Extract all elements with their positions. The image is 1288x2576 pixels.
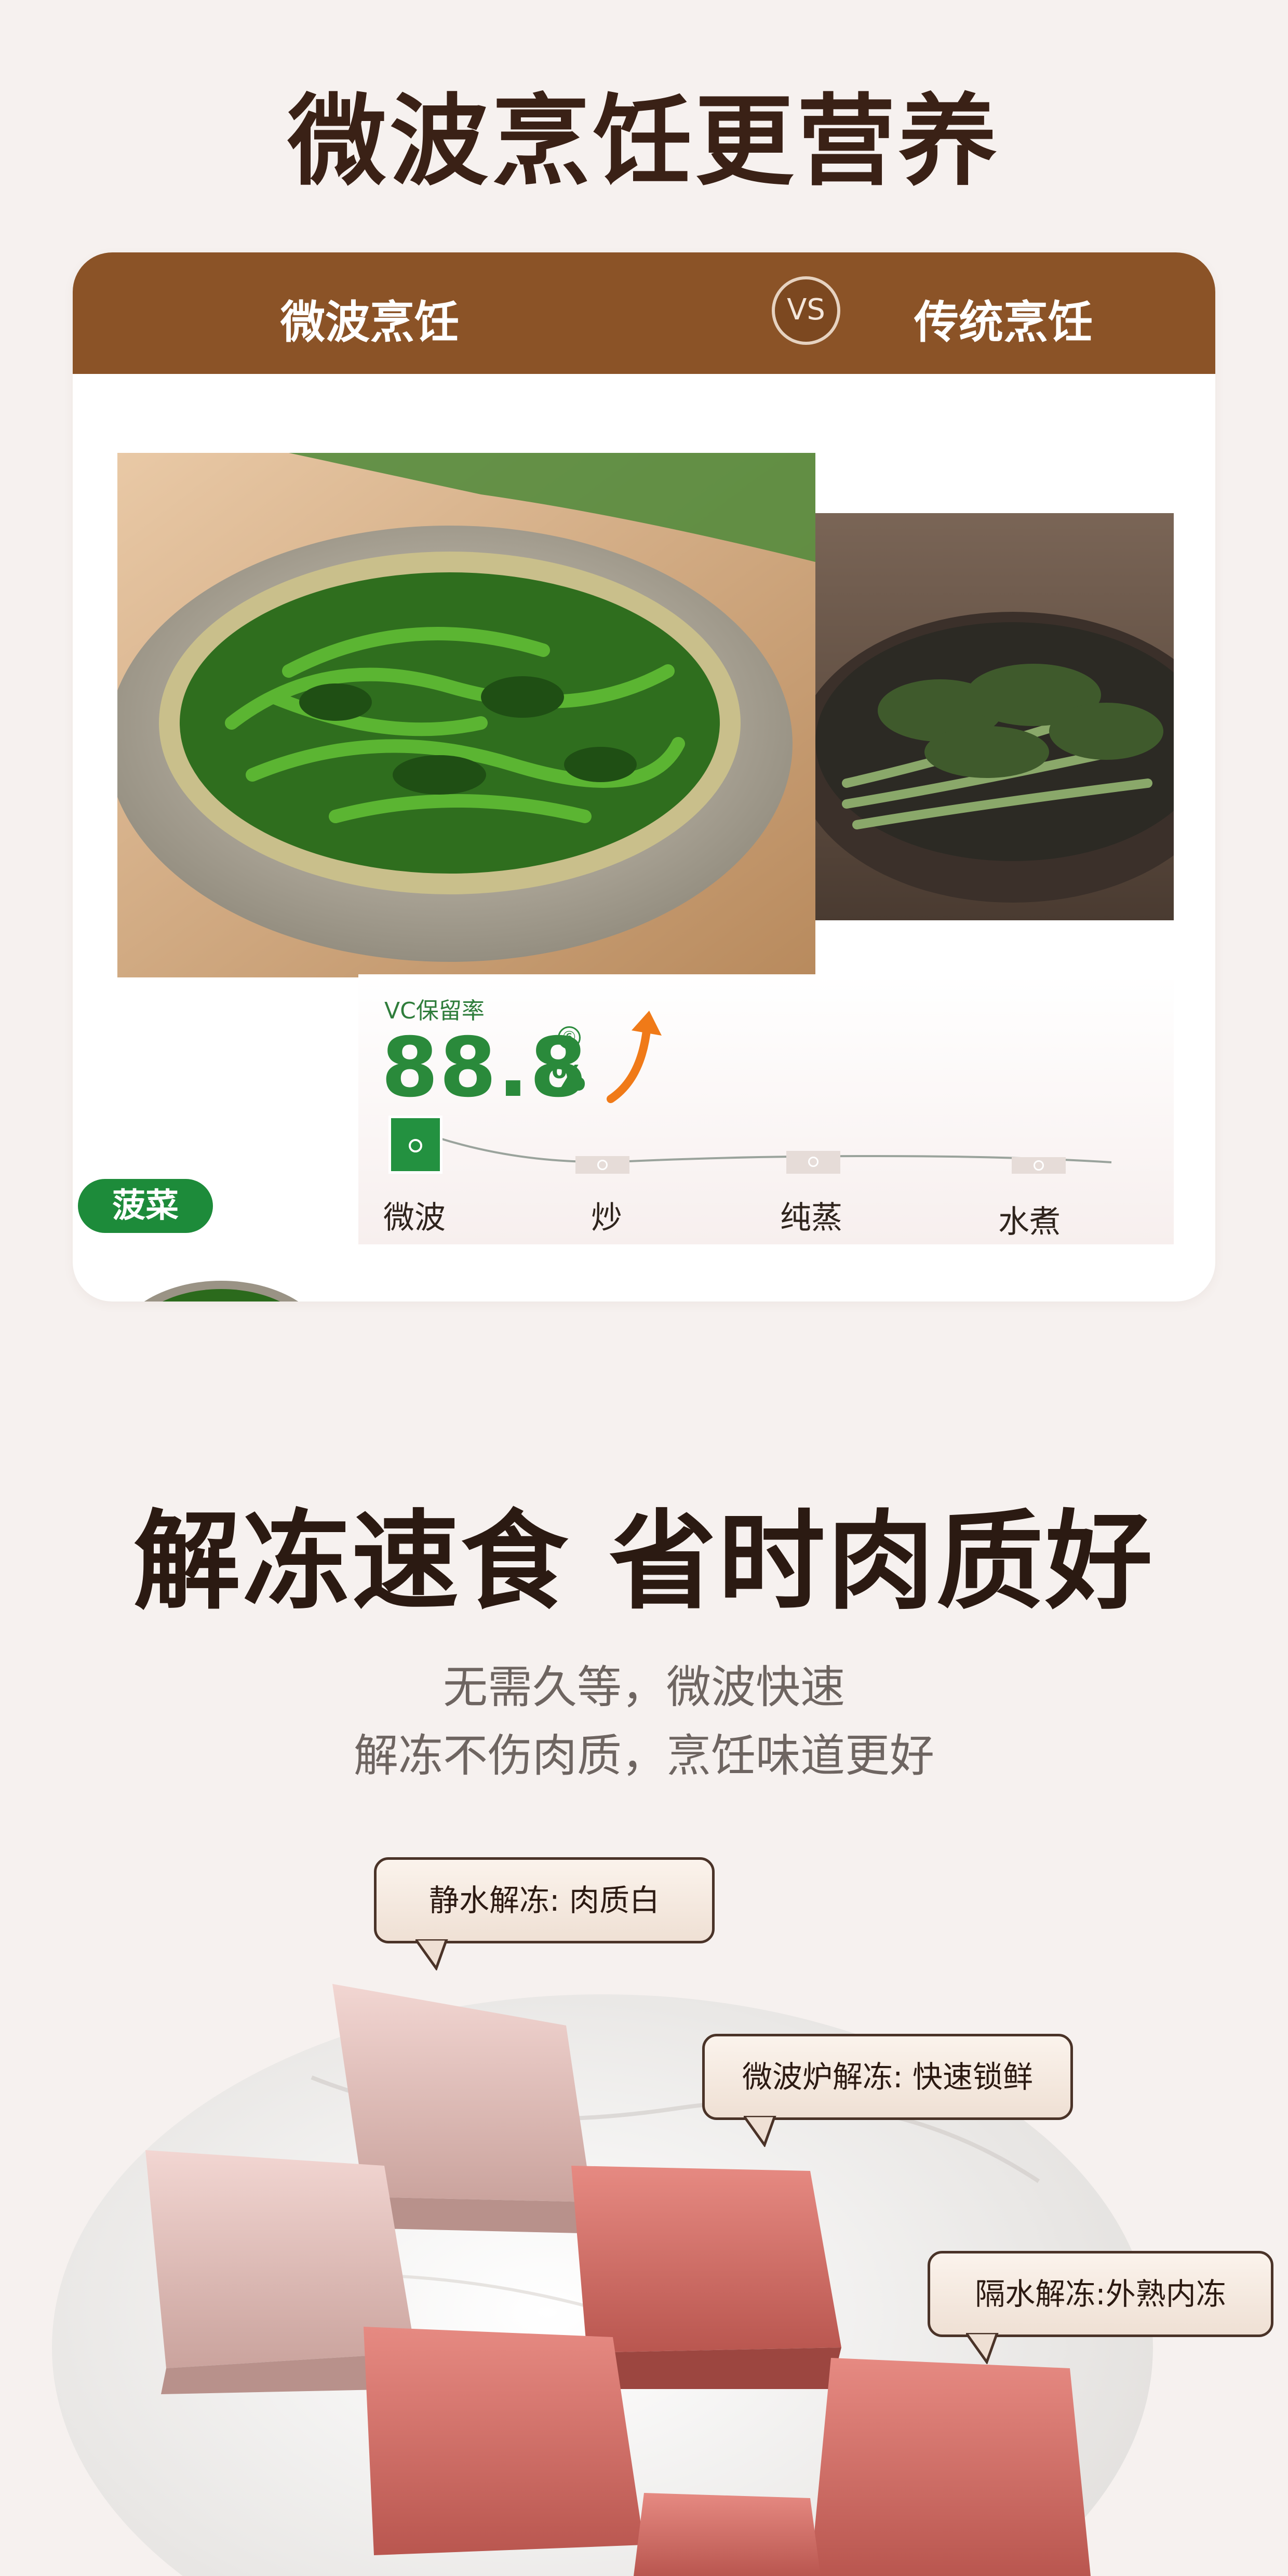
- food-tag-spinach: 菠菜: [78, 1179, 213, 1233]
- red-pork-cube: [810, 2358, 1091, 2576]
- callout-tail: [966, 2333, 999, 2364]
- subtitle-line-1: 无需久等，微波快速: [443, 1661, 845, 1713]
- section2-title: 解冻速食 省时肉质好: [133, 1499, 1155, 1624]
- spinach-thumbnail: [144, 1281, 299, 1302]
- callout-text: 静水解冻: 肉质白: [429, 1883, 660, 1918]
- subtitle-line-2: 解冻不伤肉质，烹饪味道更好: [354, 1730, 934, 1782]
- traditional-greens-photo: [815, 513, 1174, 920]
- method-marker-steam: [786, 1151, 840, 1174]
- method-label-steam: 纯蒸: [780, 1200, 842, 1236]
- method-label-stir-fry: 炒: [591, 1200, 622, 1236]
- comparison-header: 微波烹饪 VS 传统烹饪: [73, 252, 1215, 374]
- comparison-card: 微波烹饪 VS 传统烹饪 VC保留率 88.8 % ⑥ 微波 炒 纯蒸 水煮: [73, 252, 1215, 1302]
- method-marker-microwave: [388, 1116, 442, 1174]
- method-marker-boil: [1012, 1157, 1066, 1174]
- red-pork-cube: [634, 2493, 821, 2576]
- callout-still-water-thaw: 静水解冻: 肉质白: [374, 1857, 715, 1943]
- method-label-boil: 水煮: [998, 1204, 1061, 1240]
- method-marker-stir-fry: [575, 1156, 629, 1174]
- callout-tail: [744, 2116, 776, 2147]
- callout-tail: [415, 1939, 448, 1970]
- marker-dot: [1034, 1160, 1044, 1171]
- microwave-cooking-label: 微波烹饪: [280, 297, 459, 348]
- callout-text: 隔水解冻:外熟内冻: [975, 2276, 1226, 2312]
- thawed-pork-photo: [52, 1984, 1153, 2576]
- vs-badge: VS: [772, 276, 840, 345]
- traditional-cooking-label: 传统烹饪: [914, 297, 1093, 348]
- callout-text: 微波炉解冻: 快速锁鲜: [742, 2059, 1033, 2095]
- callout-water-bath-thaw: 隔水解冻:外熟内冻: [928, 2251, 1273, 2337]
- footnote-marker: ⑥: [558, 1026, 581, 1049]
- marker-dot: [808, 1157, 819, 1167]
- method-label-microwave: 微波: [383, 1200, 446, 1236]
- section1-title: 微波烹饪更营养: [287, 84, 1000, 199]
- marker-dot: [409, 1139, 422, 1152]
- microwave-spinach-photo: [117, 453, 815, 977]
- red-pork-cube: [364, 2327, 644, 2555]
- marker-dot: [597, 1160, 608, 1170]
- callout-microwave-thaw: 微波炉解冻: 快速锁鲜: [702, 2034, 1073, 2120]
